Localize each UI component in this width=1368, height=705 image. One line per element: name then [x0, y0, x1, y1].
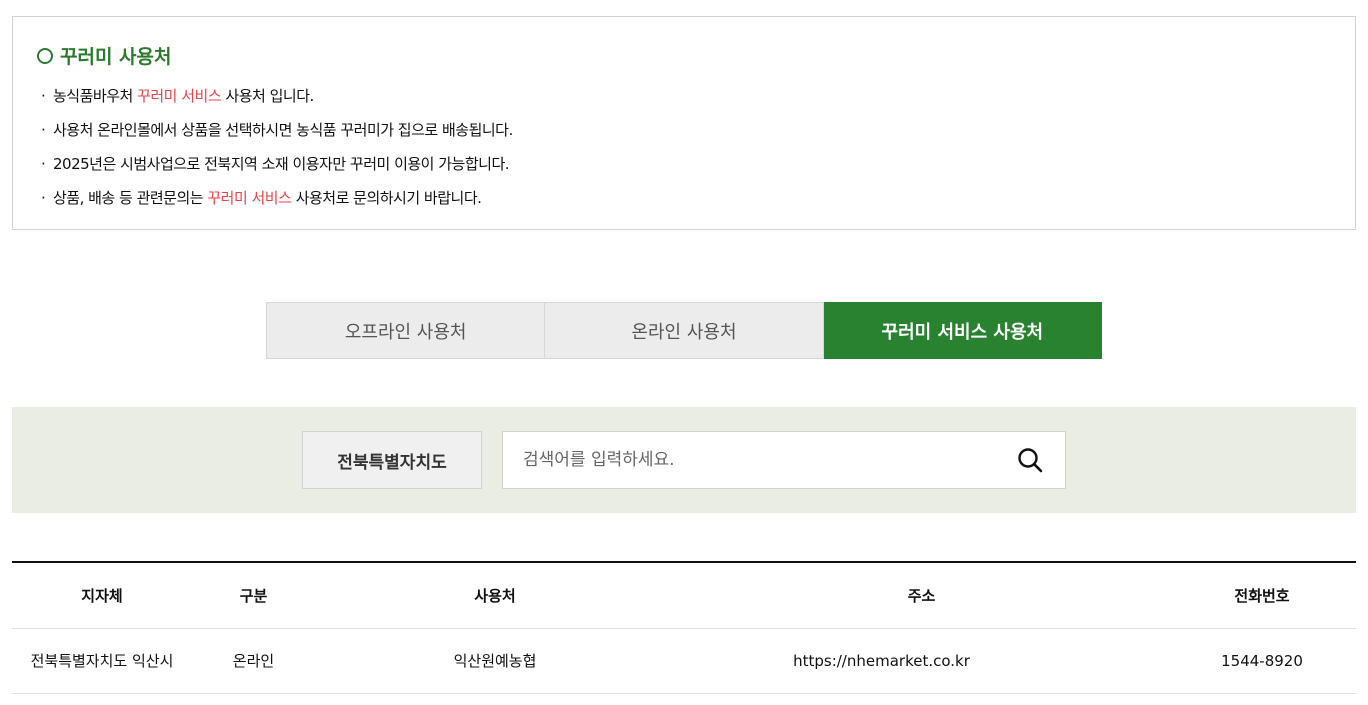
search-button[interactable]	[1015, 445, 1045, 475]
column-header-type: 구분	[192, 562, 315, 629]
search-area: 전북특별자치도	[12, 407, 1356, 513]
notice-item: · 상품, 배송 등 관련문의는 꾸러미 서비스 사용처로 문의하시기 바랍니다.	[41, 189, 482, 207]
cell-type: 온라인	[192, 628, 315, 694]
usage-tabs: 오프라인 사용처 온라인 사용처 꾸러미 서비스 사용처	[266, 302, 1102, 359]
search-box	[502, 431, 1066, 489]
results-table-wrap: 지자체 구분 사용처 주소 전화번호 전북특별자치도 익산시 온라인 익산원예농…	[12, 561, 1356, 694]
cell-municipality: 전북특별자치도 익산시	[12, 628, 192, 694]
tab-package-service[interactable]: 꾸러미 서비스 사용처	[823, 302, 1102, 359]
notice-highlight: 꾸러미 서비스	[137, 87, 222, 105]
notice-item: · 사용처 온라인몰에서 상품을 선택하시면 농식품 꾸러미가 집으로 배송됩니다…	[41, 121, 513, 139]
column-header-address: 주소	[675, 562, 1168, 629]
results-table: 지자체 구분 사용처 주소 전화번호 전북특별자치도 익산시 온라인 익산원예농…	[12, 561, 1356, 694]
table-header-row: 지자체 구분 사용처 주소 전화번호	[12, 562, 1356, 629]
notice-item: · 농식품바우처 꾸러미 서비스 사용처 입니다.	[41, 87, 314, 105]
search-icon	[1018, 448, 1043, 473]
cell-address-link[interactable]: https://nhemarket.co.kr	[675, 628, 1168, 694]
cell-phone: 1544-8920	[1168, 628, 1356, 694]
tab-offline[interactable]: 오프라인 사용처	[266, 302, 546, 359]
column-header-store: 사용처	[315, 562, 675, 629]
notice-list: · 농식품바우처 꾸러미 서비스 사용처 입니다. · 사용처 온라인몰에서 상품을…	[41, 79, 513, 215]
region-select[interactable]: 전북특별자치도	[302, 431, 482, 489]
cell-store: 익산원예농협	[315, 628, 675, 694]
column-header-phone: 전화번호	[1168, 562, 1356, 629]
notice-highlight: 꾸러미 서비스	[207, 189, 292, 207]
circle-icon	[37, 47, 53, 64]
table-row: 전북특별자치도 익산시 온라인 익산원예농협 https://nhemarket…	[12, 628, 1356, 694]
notice-box: 꾸러미 사용처 · 농식품바우처 꾸러미 서비스 사용처 입니다. · 사용처 온라…	[12, 16, 1356, 230]
search-input[interactable]	[503, 432, 993, 488]
notice-item: · 2025년은 시범사업으로 전북지역 소재 이용자만 꾸러미 이용이 가능합니…	[41, 155, 510, 173]
notice-title: 꾸러미 사용처	[37, 42, 172, 69]
tab-online[interactable]: 온라인 사용처	[545, 302, 824, 359]
column-header-municipality: 지자체	[12, 562, 192, 629]
notice-title-text: 꾸러미 사용처	[60, 46, 172, 68]
